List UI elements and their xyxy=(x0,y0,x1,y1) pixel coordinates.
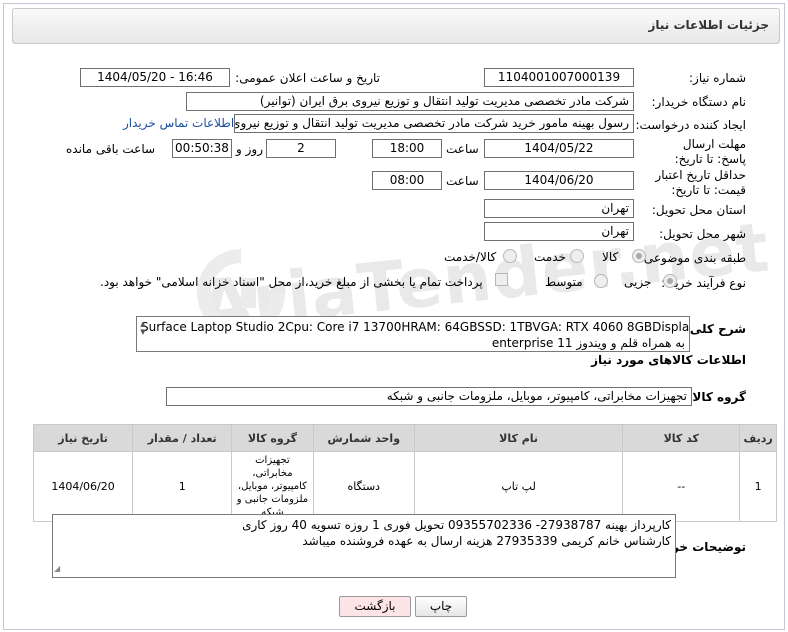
city-label: شهر محل تحویل: xyxy=(659,227,746,241)
scroll-arrows-icon[interactable]: ▲ ▼ xyxy=(139,320,147,344)
price-validity-label: حداقل تاریخ اعتبار قیمت: تا تاریخ: xyxy=(628,168,746,198)
col-group: گروه کالا xyxy=(231,424,314,452)
cell-date: 1404/06/20 xyxy=(32,451,134,522)
need-number-field: 1104001007000139 xyxy=(484,68,634,87)
table-row[interactable]: 1404/06/20 1 تجهیزات مخابراتی، کامپیوتر،… xyxy=(32,451,777,522)
buyer-org-label: نام دستگاه خریدار: xyxy=(651,95,747,109)
time-remaining: 00:50:38 xyxy=(172,139,232,158)
description-line-2: به همراه قلم و ویندوز 11 enterprise xyxy=(491,336,685,350)
buyer-contact-link[interactable]: اطلاعات تماس خریدار xyxy=(123,116,234,130)
treasury-note: پرداخت تمام یا بخشی از مبلغ خرید،از محل … xyxy=(100,275,483,289)
city-field: تهران xyxy=(484,222,634,241)
cell-row: 1 xyxy=(739,451,777,522)
cell-code: -- xyxy=(622,451,741,522)
send-deadline-time-label: ساعت xyxy=(446,142,479,156)
col-name: نام کالا xyxy=(413,424,624,452)
category-radio-goods-service[interactable] xyxy=(503,249,517,263)
process-radio-minor[interactable] xyxy=(663,274,677,288)
description-line-1: Surface Laptop Studio 2Cpu: Core i7 1370… xyxy=(141,320,690,334)
send-deadline-label-text: مهلت ارسال پاسخ: تا تاریخ: xyxy=(674,137,746,166)
province-field: تهران xyxy=(484,199,634,218)
page-header: جزئیات اطلاعات نیاز xyxy=(12,8,780,44)
cell-qty: 1 xyxy=(132,451,233,522)
category-radio-service[interactable] xyxy=(570,249,584,263)
category-goods-label: کالا xyxy=(602,250,619,264)
cell-unit: دستگاه xyxy=(312,451,415,522)
requester-label: ایجاد کننده درخواست: xyxy=(635,118,746,132)
cell-group: تجهیزات مخابراتی، کامپیوتر، موبایل، ملزو… xyxy=(231,451,314,522)
need-number-label: شماره نیاز: xyxy=(689,71,746,85)
page-title: جزئیات اطلاعات نیاز xyxy=(648,18,769,32)
process-minor-label: جزیی xyxy=(624,275,652,289)
back-button[interactable]: بازگشت xyxy=(339,596,411,617)
col-unit: واحد شمارش xyxy=(312,424,415,452)
cell-name: لپ تاپ xyxy=(413,451,624,522)
buyer-notes-line-1: کارپرداز بهینه 27938787- 09355702336 تحو… xyxy=(242,518,671,532)
goods-group-label: گروه کالا: xyxy=(687,390,746,404)
items-table: تاریخ نیاز تعداد / مقدار گروه کالا واحد … xyxy=(32,424,777,522)
send-deadline-label: مهلت ارسال پاسخ: تا تاریخ: xyxy=(674,137,746,167)
time-remaining-label: ساعت باقی مانده xyxy=(66,142,156,156)
items-table-header: تاریخ نیاز تعداد / مقدار گروه کالا واحد … xyxy=(32,424,777,452)
description-textarea[interactable]: Surface Laptop Studio 2Cpu: Core i7 1370… xyxy=(136,316,690,352)
buyer-notes-line-2: کارشناس خانم کریمی 27935339 هزینه ارسال … xyxy=(302,534,671,548)
goods-info-title: اطلاعات کالاهای مورد نیاز xyxy=(591,353,746,367)
days-label: روز و xyxy=(236,142,263,156)
requester-field: رسول بهینه مامور خرید شرکت مادر تخصصی مد… xyxy=(234,114,634,133)
price-validity-time-label: ساعت xyxy=(446,174,479,188)
buyer-org-field: شرکت مادر تخصصی مدیریت تولید انتقال و تو… xyxy=(186,92,634,111)
price-validity-label-text: حداقل تاریخ اعتبار قیمت: تا تاریخ: xyxy=(655,168,746,197)
process-medium-label: متوسط xyxy=(545,275,583,289)
category-label: طبقه بندی موضوعی: xyxy=(639,251,746,265)
print-button[interactable]: چاپ xyxy=(415,596,467,617)
price-validity-date: 1404/06/20 xyxy=(484,171,634,190)
announce-label: تاریخ و ساعت اعلان عمومی: xyxy=(235,71,380,85)
category-radio-goods[interactable] xyxy=(632,249,646,263)
col-date: تاریخ نیاز xyxy=(32,424,134,452)
treasury-checkbox[interactable] xyxy=(495,273,508,286)
goods-group-field: تجهیزات مخابراتی، کامپیوتر، موبایل، ملزو… xyxy=(166,387,692,406)
col-row: ردیف xyxy=(739,424,777,452)
category-goods-service-label: کالا/خدمت xyxy=(444,250,497,264)
buyer-notes-textarea[interactable]: کارپرداز بهینه 27938787- 09355702336 تحو… xyxy=(52,514,676,578)
resize-grip-icon[interactable]: ◢ xyxy=(54,564,60,573)
province-label: استان محل تحویل: xyxy=(651,203,746,217)
process-radio-medium[interactable] xyxy=(594,274,608,288)
send-deadline-date: 1404/05/22 xyxy=(484,139,634,158)
col-qty: تعداد / مقدار xyxy=(132,424,233,452)
announce-field: 1404/05/20 - 16:46 xyxy=(80,68,230,87)
days-remaining: 2 xyxy=(266,139,336,158)
send-deadline-time: 18:00 xyxy=(372,139,442,158)
category-service-label: خدمت xyxy=(534,250,566,264)
col-code: کد کالا xyxy=(622,424,741,452)
price-validity-time: 08:00 xyxy=(372,171,442,190)
